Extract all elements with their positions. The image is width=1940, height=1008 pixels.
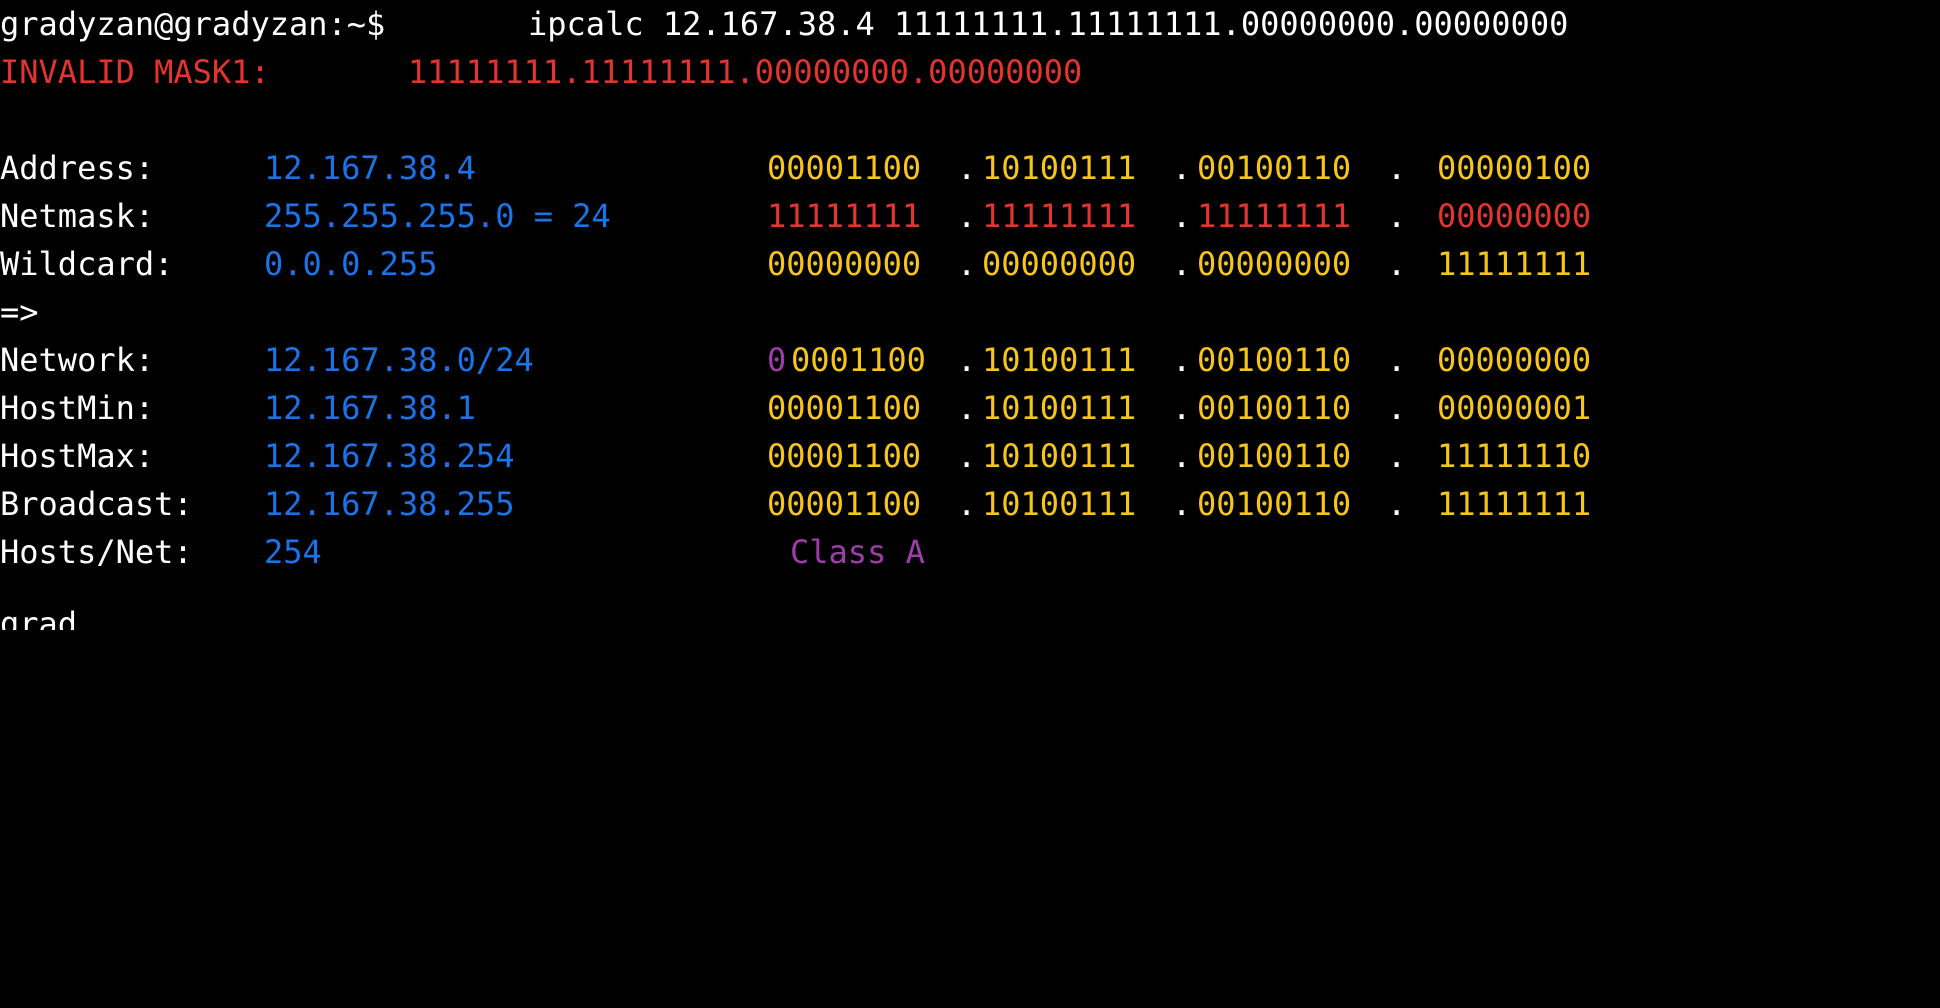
octet-separator: .	[1387, 341, 1407, 379]
netmask-octet-2: 11111111	[982, 197, 1137, 235]
hosts-label: Hosts/Net:	[0, 533, 193, 571]
broadcast-value: 12.167.38.255	[264, 485, 515, 523]
hostmax-label: HostMax:	[0, 437, 155, 475]
wildcard-octet-2: 00000000	[982, 245, 1137, 283]
broadcast-octet-3: 00100110	[1197, 485, 1352, 523]
terminal-window[interactable]: gradyzan@gradyzan:~$ ipcalc 12.167.38.4 …	[0, 0, 1940, 630]
broadcast-octet-2: 10100111	[982, 485, 1137, 523]
octet-separator: .	[1172, 485, 1192, 523]
wildcard-label: Wildcard:	[0, 245, 174, 283]
network-octet-2: 10100111	[982, 341, 1137, 379]
network-octet-1: 0001100	[791, 341, 926, 379]
address-octet-1: 00001100	[767, 149, 922, 187]
octet-separator: .	[1172, 197, 1192, 235]
hostmin-octet-3: 00100110	[1197, 389, 1352, 427]
command-line: gradyzan@gradyzan:~$ ipcalc 12.167.38.4 …	[0, 0, 1568, 48]
octet-separator: .	[1387, 197, 1407, 235]
hostmax-octet-3: 00100110	[1197, 437, 1352, 475]
address-label: Address:	[0, 149, 155, 187]
wildcard-octet-4: 11111111	[1437, 245, 1592, 283]
octet-separator: .	[957, 437, 977, 475]
result-arrow: =>	[0, 293, 39, 331]
hostmax-octet-2: 10100111	[982, 437, 1137, 475]
wildcard-value: 0.0.0.255	[264, 245, 438, 283]
octet-separator: .	[1172, 437, 1192, 475]
hostmin-row: HostMin: 12.167.38.1 00001100 . 10100111…	[0, 384, 1591, 432]
next-prompt-line: gradyzan@gradyzan:~$	[0, 600, 77, 630]
invalid-mask-value: 11111111.11111111.00000000.00000000	[408, 53, 1083, 91]
octet-separator: .	[957, 485, 977, 523]
hostmin-octet-4: 00000001	[1437, 389, 1592, 427]
hostmin-octet-2: 10100111	[982, 389, 1137, 427]
netmask-octet-1: 11111111	[767, 197, 922, 235]
octet-separator: .	[957, 389, 977, 427]
network-octet-3: 00100110	[1197, 341, 1352, 379]
netmask-octet-3: 11111111	[1197, 197, 1352, 235]
octet-separator: .	[1172, 149, 1192, 187]
invalid-mask-line: INVALID MASK1: 11111111.11111111.0000000…	[0, 48, 1082, 96]
octet-separator: .	[957, 341, 977, 379]
broadcast-octet-4: 11111111	[1437, 485, 1592, 523]
invalid-mask-label: INVALID MASK1:	[0, 53, 270, 91]
address-octet-2: 10100111	[982, 149, 1137, 187]
address-row: Address: 12.167.38.4 00001100 . 10100111…	[0, 144, 1591, 192]
hostmax-octet-4: 11111110	[1437, 437, 1592, 475]
network-class-bit: 0	[767, 341, 787, 379]
netmask-label: Netmask:	[0, 197, 155, 235]
octet-separator: .	[1387, 149, 1407, 187]
octet-separator: .	[1387, 245, 1407, 283]
hostmin-value: 12.167.38.1	[264, 389, 476, 427]
hosts-row: Hosts/Net: 254 Class A	[0, 528, 925, 576]
hostmin-label: HostMin:	[0, 389, 155, 427]
hostmax-octet-1: 00001100	[767, 437, 922, 475]
broadcast-octet-1: 00001100	[767, 485, 922, 523]
network-class-label: Class A	[790, 533, 925, 571]
wildcard-octet-3: 00000000	[1197, 245, 1352, 283]
octet-separator: .	[1387, 389, 1407, 427]
octet-separator: .	[957, 245, 977, 283]
network-label: Network:	[0, 341, 155, 379]
netmask-row: Netmask: 255.255.255.0 = 24 11111111 . 1…	[0, 192, 1591, 240]
hostmin-octet-1: 00001100	[767, 389, 922, 427]
address-octet-4: 00000100	[1437, 149, 1592, 187]
hostmax-value: 12.167.38.254	[264, 437, 515, 475]
hosts-value: 254	[264, 533, 322, 571]
wildcard-row: Wildcard: 0.0.0.255 00000000 . 00000000 …	[0, 240, 1591, 288]
shell-prompt: gradyzan@gradyzan:~$	[0, 5, 405, 43]
hostmax-row: HostMax: 12.167.38.254 00001100 . 101001…	[0, 432, 1591, 480]
network-row: Network: 12.167.38.0/24 0 0001100 . 1010…	[0, 336, 1591, 384]
next-shell-prompt: gradyzan@gradyzan:~$	[0, 605, 78, 630]
network-value: 12.167.38.0/24	[264, 341, 534, 379]
broadcast-row: Broadcast: 12.167.38.255 00001100 . 1010…	[0, 480, 1591, 528]
octet-separator: .	[957, 197, 977, 235]
octet-separator: .	[1387, 485, 1407, 523]
broadcast-label: Broadcast:	[0, 485, 193, 523]
octet-separator: .	[1172, 245, 1192, 283]
result-arrow-row: =>	[0, 288, 77, 336]
address-value: 12.167.38.4	[264, 149, 476, 187]
octet-separator: .	[1172, 341, 1192, 379]
netmask-value: 255.255.255.0 = 24	[264, 197, 611, 235]
wildcard-octet-1: 00000000	[767, 245, 922, 283]
command-text: ipcalc 12.167.38.4 11111111.11111111.000…	[528, 5, 1569, 43]
netmask-octet-4: 00000000	[1437, 197, 1592, 235]
octet-separator: .	[957, 149, 977, 187]
octet-separator: .	[1387, 437, 1407, 475]
address-octet-3: 00100110	[1197, 149, 1352, 187]
octet-separator: .	[1172, 389, 1192, 427]
network-octet-4: 00000000	[1437, 341, 1592, 379]
